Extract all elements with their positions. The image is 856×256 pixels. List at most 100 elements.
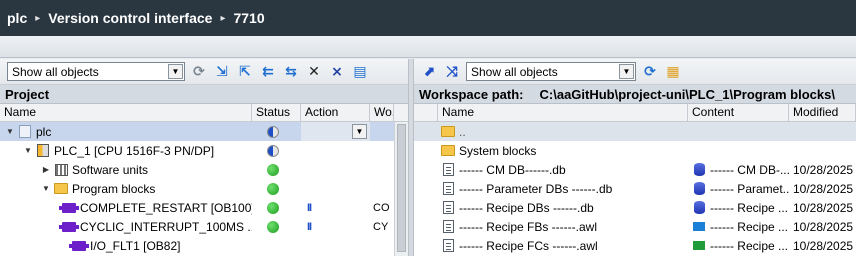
chevron-down-icon[interactable]: ▼ [619, 64, 634, 79]
action-cell[interactable] [301, 236, 370, 255]
workspace-path-bar: Workspace path: C:\aaGitHub\project-uni\… [414, 85, 856, 104]
folder-icon [441, 144, 455, 158]
tree-row[interactable]: ▼ Program blocks [0, 179, 408, 198]
expand-down-icon[interactable]: ▼ [5, 127, 15, 136]
column-header-name[interactable]: Name [0, 104, 252, 121]
breadcrumb: plc ▸ Version control interface ▸ 7710 [0, 0, 856, 36]
column-header-modified[interactable]: Modified [789, 104, 856, 121]
file-row[interactable]: .. [414, 122, 856, 141]
sync-to-workspace-icon[interactable]: ⇲ [213, 63, 231, 81]
file-row[interactable]: ------ Recipe DBs ------.db ------ Recipe… [414, 198, 856, 217]
column-header-blank [414, 104, 438, 121]
file-name-cell: ------ CM DB------.db [438, 160, 688, 179]
file-name-label: System blocks [459, 143, 537, 158]
project-scrollbar[interactable] [394, 122, 408, 256]
column-header-action[interactable]: Action [301, 104, 370, 121]
expand-down-icon[interactable]: ▼ [41, 184, 51, 193]
fc-icon [692, 239, 706, 253]
status-cell [252, 122, 301, 141]
fb-icon [693, 222, 705, 231]
workspace-cell [370, 122, 394, 141]
document-icon [442, 163, 454, 176]
expand-down-icon[interactable]: ▼ [23, 146, 33, 155]
document-icon [442, 182, 454, 195]
plc-icon [37, 144, 49, 157]
workspace-column-header: Name Content Modified [414, 104, 856, 122]
action-cell[interactable]: II [301, 217, 370, 236]
file-row[interactable]: ------ Recipe FBs ------.awl ------ Recip… [414, 217, 856, 236]
refresh-icon[interactable]: ⟳ [190, 63, 208, 81]
unlink-icon[interactable]: ⤨ [443, 63, 461, 81]
content-label: ------ Recipe ... [710, 219, 788, 234]
workspace-filter-value: Show all objects [471, 64, 558, 79]
pause-action-icon[interactable]: II [305, 221, 312, 233]
modified-cell: 10/28/2025 [793, 238, 854, 253]
arrow-left-icon[interactable]: ⇇ [259, 63, 277, 81]
status-partial-icon [267, 144, 279, 157]
chevron-down-icon[interactable]: ▼ [168, 64, 183, 79]
chevron-down-icon[interactable]: ▼ [356, 127, 364, 136]
document-icon [441, 201, 455, 215]
plc-small-icon [19, 125, 31, 138]
delete-icon[interactable]: ✕ [305, 63, 323, 81]
action-cell[interactable]: II [301, 198, 370, 217]
action-dropdown[interactable]: ▼ [352, 124, 367, 139]
file-row[interactable]: ------ Parameter DBs ------.db ------ Par… [414, 179, 856, 198]
workspace-cell [370, 141, 394, 160]
breadcrumb-item-version-control[interactable]: Version control interface [48, 10, 212, 26]
file-name-label: .. [459, 124, 466, 139]
tree-row[interactable]: ▶ Software units [0, 160, 408, 179]
tree-row-name-cell: COMPLETE_RESTART [OB100] [0, 198, 252, 217]
tree-row-label: plc [36, 124, 52, 139]
action-cell[interactable] [301, 160, 370, 179]
sync-from-workspace-icon[interactable]: ⇱ [236, 63, 254, 81]
workspace-cell: CO [373, 201, 390, 214]
discard-icon[interactable]: ⨯ [328, 63, 346, 81]
document-icon [442, 201, 454, 214]
file-row[interactable]: System blocks [414, 141, 856, 160]
column-header-name[interactable]: Name [438, 104, 688, 121]
modified-cell: 10/28/2025 [793, 219, 854, 234]
tree-row[interactable]: COMPLETE_RESTART [OB100] II CO [0, 198, 408, 217]
document-icon [441, 163, 455, 177]
project-filter-dropdown[interactable]: Show all objects ▼ [7, 62, 185, 81]
modified-cell [789, 122, 856, 141]
column-header-status[interactable]: Status [252, 104, 301, 121]
windows-explorer-icon[interactable]: ▦ [664, 63, 682, 81]
tree-row[interactable]: ▼ plc ▼ [0, 122, 408, 141]
modified-cell: 10/28/2025 [793, 162, 854, 177]
workspace-filter-dropdown[interactable]: Show all objects ▼ [466, 62, 636, 81]
breadcrumb-separator-icon: ▸ [35, 12, 41, 24]
breadcrumb-item-plc[interactable]: plc [7, 10, 27, 26]
file-name-cell: ------ Recipe DBs ------.db [438, 198, 688, 217]
swap-icon[interactable]: ⇆ [282, 63, 300, 81]
tree-row[interactable]: CYCLIC_INTERRUPT_100MS ... II CY [0, 217, 408, 236]
ob-block-icon [69, 240, 89, 251]
file-name-cell: System blocks [438, 141, 688, 160]
scrollbar-thumb[interactable] [397, 124, 406, 252]
link-icon[interactable]: ⬈ [420, 63, 438, 81]
action-cell[interactable]: ▼ [301, 122, 370, 141]
folder-icon [54, 182, 68, 196]
column-header-content[interactable]: Content [688, 104, 789, 121]
settings-icon[interactable]: ▤ [351, 63, 369, 81]
tree-row-label: Software units [72, 162, 149, 177]
refresh-icon[interactable]: ⟳ [641, 63, 659, 81]
pause-action-icon[interactable]: II [305, 202, 312, 214]
tree-row[interactable]: ▼ PLC_1 [CPU 1516F-3 PN/DP] [0, 141, 408, 160]
breadcrumb-item-7710[interactable]: 7710 [233, 10, 264, 26]
column-header-workspace[interactable]: Wo... [370, 104, 394, 121]
status-cell [252, 236, 301, 255]
action-cell[interactable] [301, 141, 370, 160]
file-row[interactable]: ------ Recipe FCs ------.awl ------ Recip… [414, 236, 856, 255]
expand-right-icon[interactable]: ▶ [41, 165, 51, 174]
tree-row[interactable]: I/O_FLT1 [OB82] [0, 236, 408, 255]
tree-row-label: I/O_FLT1 [OB82] [90, 238, 181, 253]
ob-block-icon [69, 239, 89, 253]
file-row[interactable]: ------ CM DB------.db ------ CM DB-... 10/… [414, 160, 856, 179]
project-section-title: Project [0, 85, 408, 104]
file-row-gutter [414, 141, 438, 160]
tree-row-name-cell: CYCLIC_INTERRUPT_100MS ... [0, 217, 252, 236]
action-cell[interactable] [301, 179, 370, 198]
workspace-cell [370, 236, 394, 255]
